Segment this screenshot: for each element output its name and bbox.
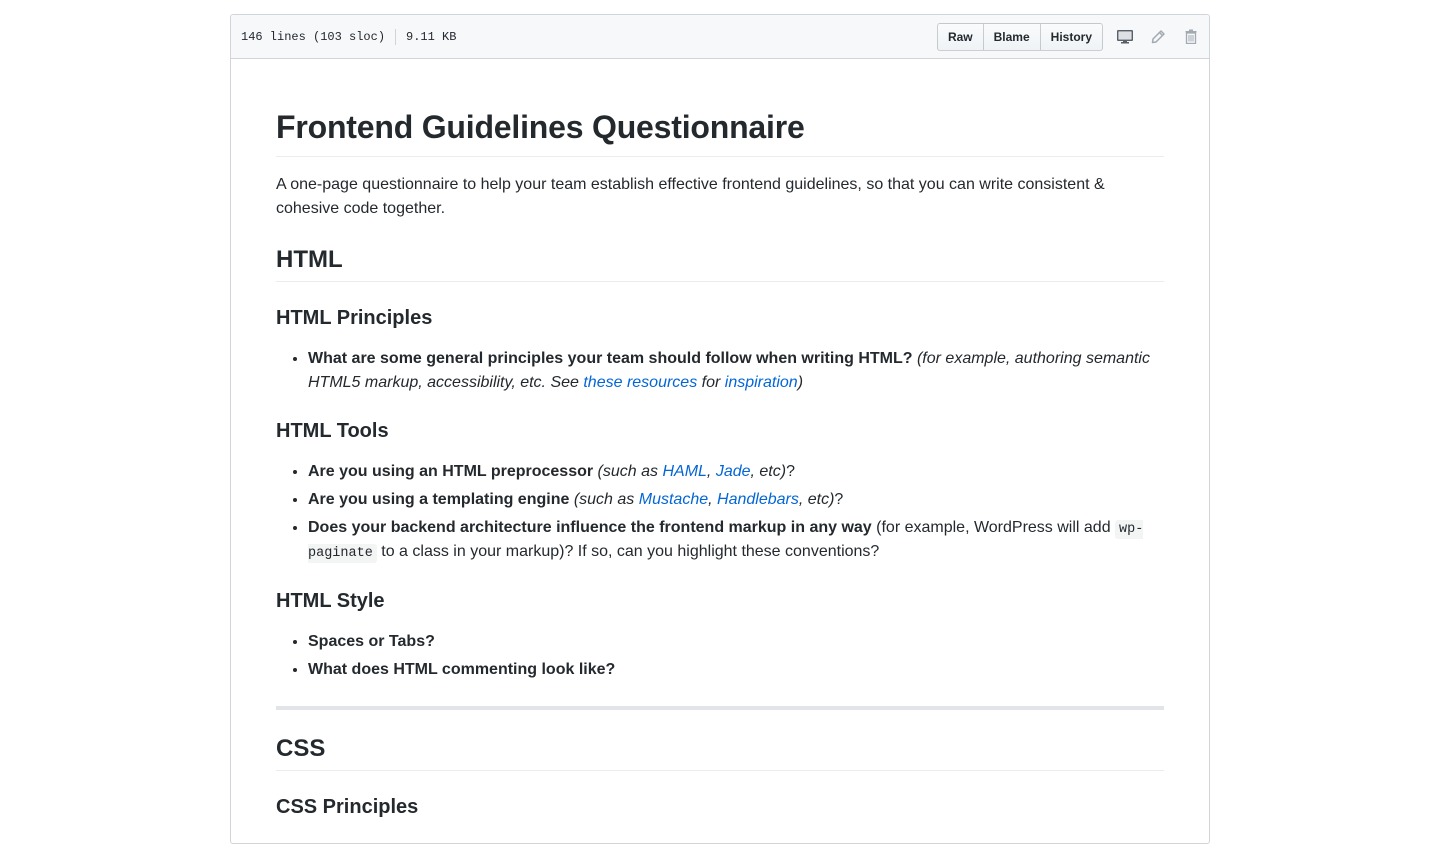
list-item: Spaces or Tabs? <box>308 630 1164 654</box>
question-tail: ? <box>786 463 795 480</box>
file-box: 146 lines (103 sloc) 9.11 KB Raw Blame H… <box>230 14 1210 844</box>
question-note: (such as HAML, Jade, etc) <box>598 463 787 480</box>
link-mustache[interactable]: Mustache <box>639 491 708 508</box>
list-item: What does HTML commenting look like? <box>308 658 1164 682</box>
file-button-group: Raw Blame History <box>936 22 1103 51</box>
subheading-html-principles: HTML Principles <box>276 307 433 329</box>
list-item: Does your backend architecture influence… <box>308 516 1164 565</box>
note-text: (such as <box>597 463 663 480</box>
file-actions: Raw Blame History <box>936 22 1199 51</box>
question-text: Spaces or Tabs? <box>308 632 435 650</box>
section-heading-css: CSS <box>276 734 1164 771</box>
section-heading-html: HTML <box>276 245 1164 282</box>
question-detail: (for example, WordPress will add <box>871 519 1116 536</box>
file-info-divider <box>395 28 397 45</box>
link-jade[interactable]: Jade <box>716 463 751 480</box>
link-inspiration[interactable]: inspiration <box>725 374 798 391</box>
question-text: Does your backend architecture influence… <box>308 519 872 536</box>
note-text: , <box>706 463 716 480</box>
note-text: for <box>697 374 725 391</box>
history-button[interactable]: History <box>1040 22 1103 51</box>
question-text: What does HTML commenting look like? <box>308 660 616 678</box>
line-count: 146 lines (103 sloc) <box>241 29 386 44</box>
subheading-css-principles: CSS Principles <box>276 795 419 818</box>
link-handlebars[interactable]: Handlebars <box>717 491 799 508</box>
html-principles-list: What are some general principles your te… <box>276 347 1164 395</box>
page-title: Frontend Guidelines Questionnaire <box>276 107 1164 157</box>
note-text: , <box>708 491 718 508</box>
question-text: Are you using an HTML preprocessor <box>308 463 594 480</box>
question-text: Are you using a templating engine <box>308 491 570 508</box>
html-tools-list: Are you using an HTML preprocessor (such… <box>276 460 1164 565</box>
pencil-icon[interactable] <box>1150 29 1166 45</box>
subheading-html-tools: HTML Tools <box>276 420 389 442</box>
desktop-icon[interactable] <box>1117 29 1133 45</box>
html-style-list: Spaces or Tabs? What does HTML commentin… <box>276 630 1164 682</box>
raw-button[interactable]: Raw <box>936 22 984 51</box>
list-item: What are some general principles your te… <box>308 347 1164 395</box>
file-info: 146 lines (103 sloc) 9.11 KB <box>241 28 457 45</box>
link-these-resources[interactable]: these resources <box>583 374 697 391</box>
section-divider <box>276 705 1164 710</box>
note-text: , etc) <box>798 491 835 508</box>
file-size: 9.11 KB <box>406 29 457 44</box>
list-item: Are you using a templating engine (such … <box>308 488 1164 512</box>
note-text: , etc) <box>750 463 787 480</box>
intro-paragraph: A one-page questionnaire to help your te… <box>276 176 1105 217</box>
question-text: What are some general principles your te… <box>308 350 913 367</box>
question-note: (such as Mustache, Handlebars, etc) <box>574 491 835 508</box>
link-haml[interactable]: HAML <box>662 463 706 480</box>
file-header: 146 lines (103 sloc) 9.11 KB Raw Blame H… <box>231 15 1209 59</box>
question-tail: ? <box>834 491 844 508</box>
trashcan-icon[interactable] <box>1183 29 1199 45</box>
blame-button[interactable]: Blame <box>983 22 1041 51</box>
question-detail: to a class in your markup)? If so, can y… <box>376 543 880 561</box>
list-item: Are you using an HTML preprocessor (such… <box>308 460 1164 484</box>
readme-body: Frontend Guidelines Questionnaire A one-… <box>231 107 1209 820</box>
subheading-html-style: HTML Style <box>276 589 385 612</box>
note-text: (such as <box>573 491 639 508</box>
note-text: ) <box>797 374 804 391</box>
